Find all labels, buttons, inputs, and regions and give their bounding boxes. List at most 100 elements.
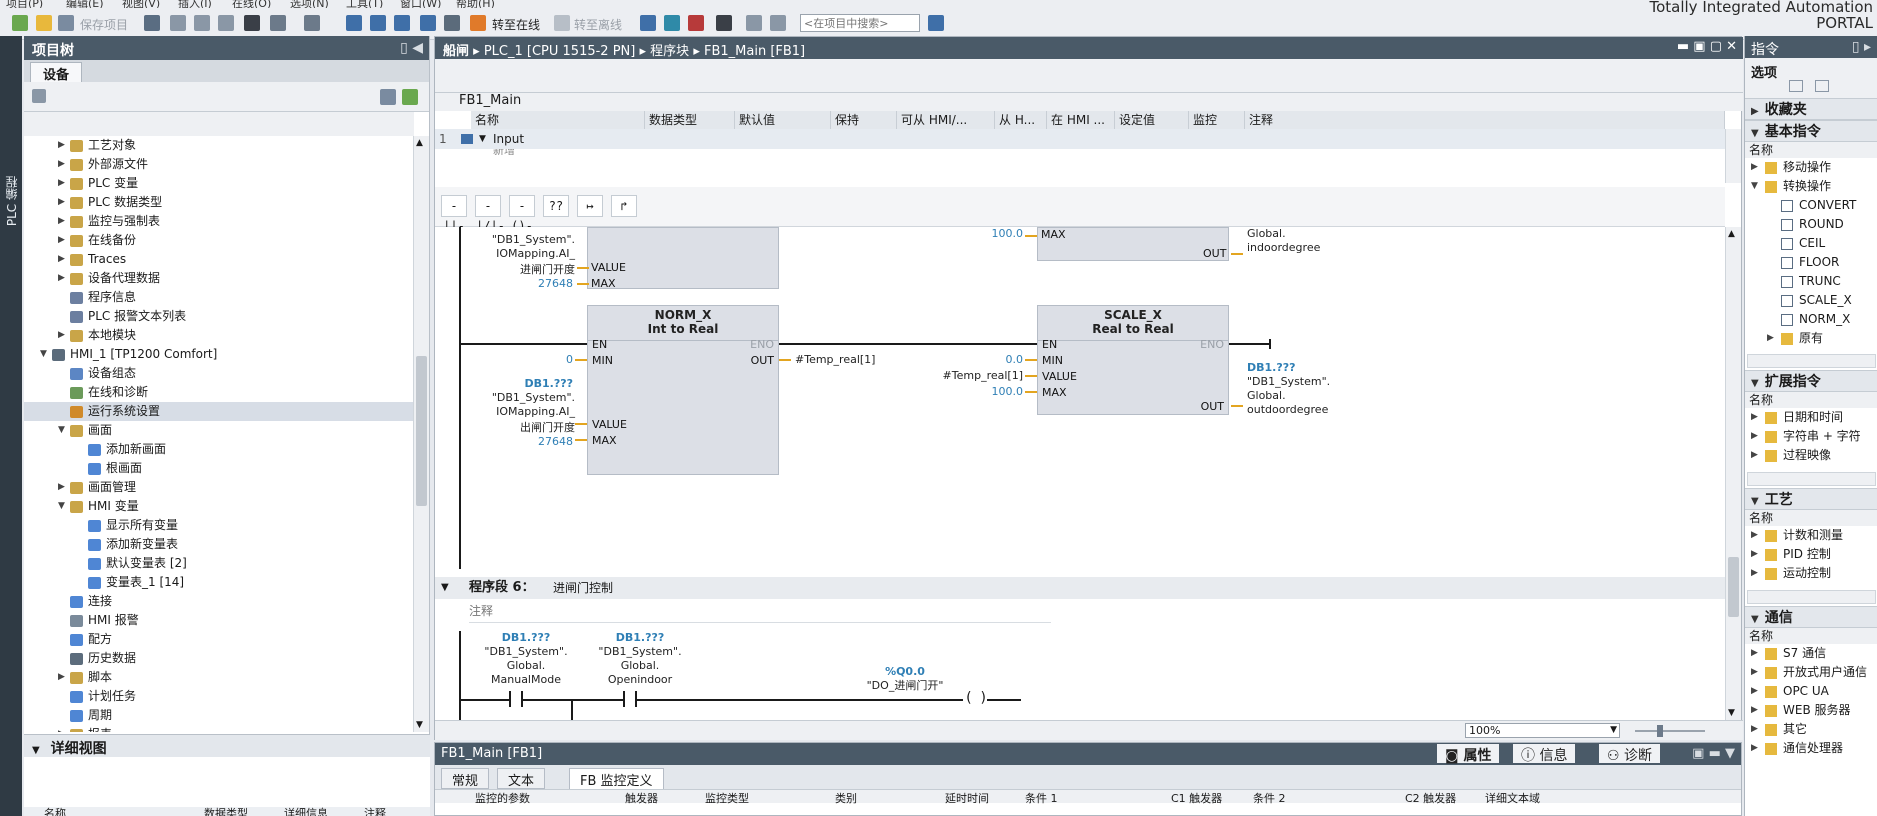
interface-row-new[interactable]: 新增 — [435, 149, 1725, 155]
coil-name[interactable]: "DO_进闸门开" — [835, 677, 975, 693]
expand-right-icon[interactable]: ▶ — [58, 725, 65, 732]
go-offline-icon[interactable] — [554, 15, 570, 31]
instruction-item[interactable]: ▶ 移动操作 — [1745, 158, 1877, 177]
menu-project[interactable]: 项目(P) — [6, 0, 43, 8]
instruction-item[interactable]: CONVERT — [1745, 196, 1877, 215]
interface-header[interactable]: 保持 — [831, 111, 897, 129]
scale-out-label-3[interactable]: outdoordegree — [1247, 403, 1328, 416]
menu-tools[interactable]: 工具(T) — [346, 0, 383, 8]
norm-x-subtitle[interactable]: Int to Real — [588, 322, 778, 336]
menu-edit[interactable]: 编辑(E) — [66, 0, 104, 8]
expand-down-icon[interactable]: ▼ — [40, 345, 47, 364]
tree-item[interactable]: 程序信息 — [24, 288, 414, 307]
print-icon[interactable] — [144, 15, 160, 31]
instruction-item[interactable]: CEIL — [1745, 234, 1877, 253]
project-tree-scrollbar[interactable]: ▲ ▼ — [413, 136, 429, 732]
empty-box-button[interactable]: ?? — [543, 195, 569, 217]
tab-info[interactable]: ⓘ 信息 — [1513, 744, 1576, 764]
canvas-scrollbar[interactable]: ▲ ▼ — [1725, 227, 1741, 720]
download-icon[interactable] — [370, 15, 386, 31]
tree-item[interactable]: ▶ 画面管理 — [24, 478, 414, 497]
instruction-item[interactable]: ROUND — [1745, 215, 1877, 234]
accessible-devices-icon[interactable] — [640, 15, 656, 31]
interface-scrollbar[interactable] — [1725, 129, 1741, 183]
top-out-label-1[interactable]: Global. — [1247, 227, 1286, 240]
contact2-label-2[interactable]: Global. — [585, 659, 695, 672]
section-basic[interactable]: ▼ 基本指令 — [1745, 120, 1877, 142]
section-favorites[interactable]: ▶ 收藏夹 — [1745, 98, 1877, 120]
instruction-item[interactable]: ▶ 运动控制 — [1745, 564, 1877, 583]
no-contact-button[interactable]: -||- — [441, 195, 467, 233]
scale-x-subtitle[interactable]: Real to Real — [1038, 322, 1228, 336]
interface-header[interactable]: 可从 HMI/... — [897, 111, 995, 129]
upload-icon[interactable] — [394, 15, 410, 31]
network-6-header[interactable]: ▼ 程序段 6： 进闸门控制 — [435, 577, 1725, 599]
simulation-icon[interactable] — [420, 15, 436, 31]
expand-right-icon[interactable]: ▶ — [58, 478, 65, 497]
instruction-item[interactable]: ▶ 字符串 + 字符 — [1745, 427, 1877, 446]
interface-header[interactable]: 设定值 — [1115, 111, 1189, 129]
top-out-label-2[interactable]: indoordegree — [1247, 241, 1320, 254]
instruction-item[interactable]: ▼ 转换操作 — [1745, 177, 1877, 196]
expand-right-icon[interactable]: ▶ — [58, 174, 65, 193]
menu-help[interactable]: 帮助(H) — [456, 0, 495, 8]
expand-down-icon[interactable]: ▼ — [1751, 177, 1758, 196]
instruction-item[interactable]: ▶ PID 控制 — [1745, 545, 1877, 564]
menu-window[interactable]: 窗口(W) — [400, 0, 441, 8]
contact2-db[interactable]: DB1.??? — [585, 631, 695, 644]
top-left-label-2[interactable]: IOMapping.AI_ — [465, 247, 575, 260]
expand-right-icon[interactable]: ▶ — [58, 269, 65, 288]
expand-right-icon[interactable]: ▶ — [1767, 329, 1774, 348]
tree-item[interactable]: ▼ HMI 变量 — [24, 497, 414, 516]
nc-contact-button[interactable]: -|/|- — [475, 195, 505, 233]
interface-header[interactable]: 从 H... — [995, 111, 1047, 129]
breadcrumb-block[interactable]: FB1_Main [FB1] — [704, 44, 805, 59]
tree-item[interactable]: ▶ 设备代理数据 — [24, 269, 414, 288]
tab-properties[interactable]: ◙ 属性 — [1437, 744, 1500, 764]
tree-item[interactable]: 运行系统设置 — [24, 402, 414, 421]
scroll-up-icon[interactable]: ▲ — [416, 138, 423, 148]
tech-hscroll[interactable] — [1747, 590, 1876, 604]
contact1-db[interactable]: DB1.??? — [471, 631, 581, 644]
expand-right-icon[interactable]: ▶ — [1751, 644, 1758, 663]
tree-item[interactable]: ▶ 外部源文件 — [24, 155, 414, 174]
list-view-icon[interactable] — [380, 89, 396, 105]
instruction-item[interactable]: ▶ 过程映像 — [1745, 446, 1877, 465]
contact2-left[interactable] — [623, 691, 625, 707]
basic-hscroll[interactable] — [1747, 354, 1876, 368]
split-horizontal-icon[interactable] — [746, 15, 762, 31]
tree-item[interactable]: 显示所有变量 — [24, 516, 414, 535]
instruction-item[interactable]: ▶ OPC UA — [1745, 682, 1877, 701]
top-left-label-1[interactable]: "DB1_System". — [465, 233, 575, 246]
expand-right-icon[interactable]: ▶ — [58, 326, 65, 345]
norm-min-value[interactable]: 0 — [465, 353, 573, 366]
tree-item[interactable]: ▶ 监控与强制表 — [24, 212, 414, 231]
scroll-down-icon[interactable]: ▼ — [1728, 708, 1735, 718]
contact1-label-3[interactable]: ManualMode — [471, 673, 581, 686]
menu-options[interactable]: 选项(N) — [290, 0, 329, 8]
tab-diagnostics[interactable]: ⚇ 诊断 — [1599, 744, 1661, 764]
tree-item[interactable]: 设备组态 — [24, 364, 414, 383]
paste-icon[interactable] — [218, 15, 234, 31]
menu-view[interactable]: 视图(V) — [122, 0, 160, 8]
project-search-input[interactable] — [800, 14, 920, 32]
collapse-network-icon[interactable]: ▼ — [441, 577, 449, 599]
section-communication[interactable]: ▼ 通信 — [1745, 606, 1877, 628]
redo-icon[interactable] — [304, 15, 320, 31]
zoom-slider-handle[interactable] — [1657, 725, 1663, 737]
expand-right-icon[interactable]: ▶ — [1751, 427, 1758, 446]
interface-header[interactable]: 监控 — [1189, 111, 1245, 129]
breadcrumb-project[interactable]: 船闸 — [443, 44, 469, 59]
scroll-down-icon[interactable]: ▼ — [416, 720, 423, 730]
tree-item[interactable]: 周期 — [24, 706, 414, 725]
instruction-item[interactable]: SCALE_X — [1745, 291, 1877, 310]
go-online-button[interactable]: 转至在线 — [492, 16, 540, 33]
expand-right-icon[interactable]: ▶ — [1751, 408, 1758, 427]
tab-general[interactable]: 常规 — [441, 768, 490, 789]
tree-item[interactable]: 变量表_1 [14] — [24, 573, 414, 592]
expand-right-icon[interactable]: ▶ — [1751, 564, 1758, 583]
tree-item[interactable]: 根画面 — [24, 459, 414, 478]
cross-ref-icon[interactable] — [716, 15, 732, 31]
save-project-button[interactable]: 保存项目 — [80, 16, 128, 33]
interface-header[interactable]: 注释 — [1245, 111, 1725, 129]
